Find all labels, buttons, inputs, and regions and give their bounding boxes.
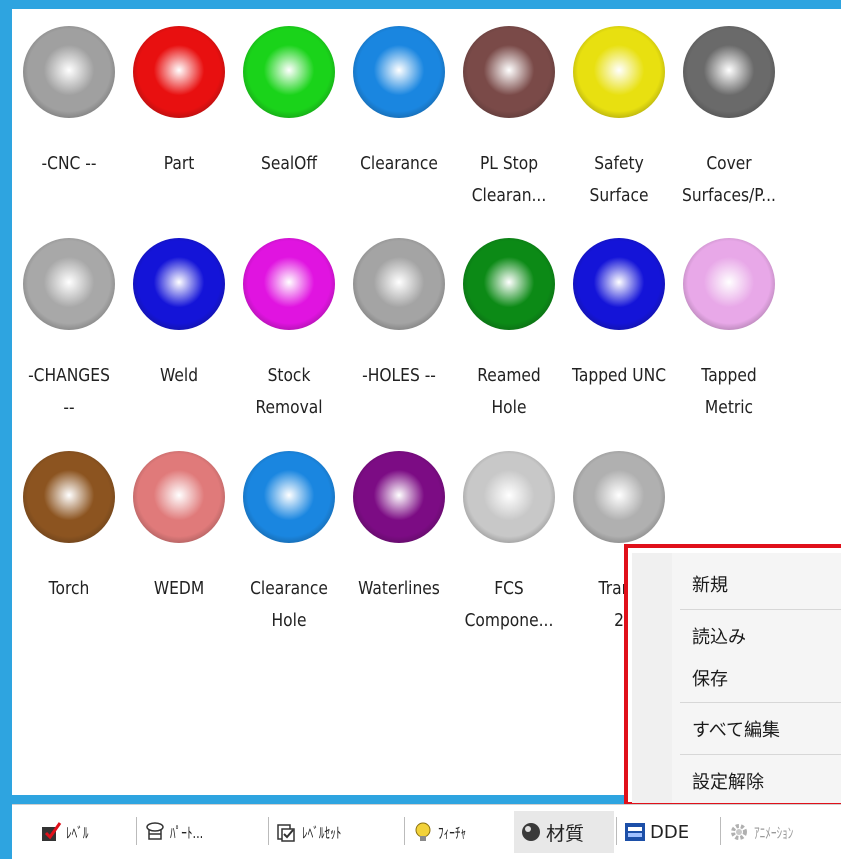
material-sphere (683, 238, 775, 330)
material-label: -CNC -- (41, 153, 97, 174)
material-sphere (23, 451, 115, 543)
bottom-tab-bar: ﾚﾍﾞﾙ ﾊﾟｰﾄ... ﾚﾍﾞﾙｾｯﾄ ﾌｨｰﾁｬ 材質 DDE ｱﾆﾒｰｼｮ… (12, 804, 841, 859)
level-icon (40, 821, 62, 843)
material-item[interactable]: Weld (124, 238, 234, 392)
material-label: Part (163, 153, 195, 174)
material-item[interactable]: Clearance Hole (234, 451, 344, 637)
material-label: Safety Surface (589, 153, 649, 206)
material-sphere (573, 26, 665, 118)
material-sphere (463, 451, 555, 543)
material-label: Stock Removal (255, 365, 323, 418)
context-menu-gutter (632, 553, 672, 803)
material-item[interactable]: Safety Surface (564, 26, 674, 212)
material-sphere (243, 451, 335, 543)
tab-levelset[interactable]: ﾚﾍﾞﾙｾｯﾄ (276, 811, 355, 853)
menu-separator (680, 754, 841, 755)
material-sphere (133, 26, 225, 118)
material-item[interactable]: Part (124, 26, 234, 180)
material-sphere (463, 238, 555, 330)
material-label: Torch (48, 578, 90, 599)
material-item[interactable]: -CNC -- (14, 26, 124, 180)
material-label: Reamed Hole (477, 365, 541, 418)
material-sphere (353, 238, 445, 330)
material-sphere (133, 451, 225, 543)
material-label: Clearance (360, 153, 438, 174)
material-sphere (133, 238, 225, 330)
tab-level[interactable]: ﾚﾍﾞﾙ (40, 811, 96, 853)
material-sphere (23, 238, 115, 330)
menu-separator (680, 609, 841, 610)
tab-dde[interactable]: DDE (624, 811, 689, 853)
material-item[interactable]: Clearance (344, 26, 454, 180)
material-sphere (573, 238, 665, 330)
menu-item-edit-all[interactable]: すべて編集 (692, 716, 780, 742)
material-item[interactable]: WEDM (124, 451, 234, 605)
material-sphere (243, 238, 335, 330)
material-label: Tapped UNC (571, 365, 667, 386)
material-item[interactable]: FCS Compone... (454, 451, 564, 637)
menu-item-clear-settings[interactable]: 設定解除 (692, 768, 764, 794)
material-label: FCS Compone... (464, 578, 554, 631)
feature-bulb-icon (412, 821, 434, 843)
tab-animation[interactable]: ｱﾆﾒｰｼｮﾝ (728, 811, 807, 853)
material-item[interactable]: Tapped UNC (564, 238, 674, 392)
material-sphere (353, 26, 445, 118)
material-item[interactable]: PL Stop Clearan... (454, 26, 564, 212)
material-label: PL Stop Clearan... (471, 153, 547, 206)
part-icon (144, 821, 166, 843)
material-label: Tapped Metric (701, 365, 757, 418)
material-item[interactable]: Stock Removal (234, 238, 344, 424)
material-item[interactable]: Torch (14, 451, 124, 605)
menu-item-new[interactable]: 新規 (692, 571, 728, 597)
tab-part[interactable]: ﾊﾟｰﾄ... (144, 811, 214, 853)
material-sphere (23, 26, 115, 118)
material-label: Clearance Hole (250, 578, 328, 631)
material-item[interactable]: SealOff (234, 26, 344, 180)
menu-item-save[interactable]: 保存 (692, 665, 728, 691)
material-item[interactable]: Cover Surfaces/P... (674, 26, 784, 212)
material-item[interactable]: -CHANGES -- (14, 238, 124, 424)
material-label: -CHANGES -- (28, 365, 110, 418)
material-label: SealOff (260, 153, 317, 174)
material-item[interactable]: Tapped Metric (674, 238, 784, 424)
material-label: Cover Surfaces/P... (682, 153, 776, 206)
material-label: Weld (159, 365, 199, 386)
tab-feature[interactable]: ﾌｨｰﾁｬ (412, 811, 476, 853)
menu-item-load[interactable]: 読込み (692, 623, 746, 649)
material-sphere-icon (520, 821, 542, 843)
material-sphere (683, 26, 775, 118)
material-sphere (353, 451, 445, 543)
material-label: WEDM (153, 578, 205, 599)
material-label: Waterlines (358, 578, 440, 599)
context-menu: 新規 読込み 保存 すべて編集 設定解除 (632, 553, 841, 803)
material-sphere (243, 26, 335, 118)
animation-gear-icon (728, 821, 750, 843)
material-item[interactable]: Waterlines (344, 451, 454, 605)
material-item[interactable]: Reamed Hole (454, 238, 564, 424)
material-item[interactable]: -HOLES -- (344, 238, 454, 392)
tab-material[interactable]: 材質 (514, 811, 614, 853)
material-label: -HOLES -- (362, 365, 436, 386)
levelset-icon (276, 821, 298, 843)
dde-icon (624, 821, 646, 843)
material-sphere (573, 451, 665, 543)
menu-separator (680, 702, 841, 703)
material-sphere (463, 26, 555, 118)
